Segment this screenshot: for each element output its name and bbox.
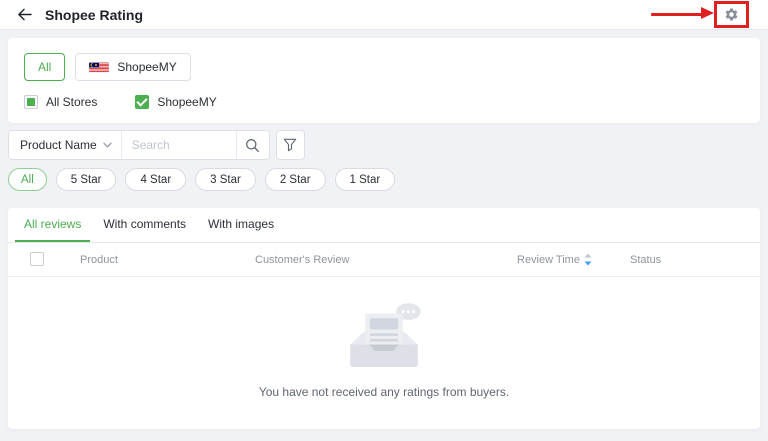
empty-state: You have not received any ratings from b… — [8, 277, 760, 429]
tab-all-reviews[interactable]: All reviews — [15, 208, 91, 242]
funnel-icon — [283, 138, 297, 152]
page-header: Shopee Rating — [0, 0, 768, 30]
shopee-rating-page: Shopee Rating All ShopeeMY All Stores Sh… — [0, 0, 768, 441]
page-title: Shopee Rating — [45, 6, 144, 23]
select-all-checkbox[interactable] — [30, 252, 44, 266]
column-customers-review: Customer's Review — [255, 253, 350, 266]
empty-inbox-illustration — [350, 303, 421, 367]
annotation-highlight-box — [714, 1, 749, 28]
review-tabs: All reviews With comments With images — [8, 208, 760, 243]
column-review-time-sort[interactable]: Review Time — [517, 243, 592, 276]
column-review-time-label: Review Time — [517, 253, 580, 266]
star-pill-4[interactable]: 4 Star — [125, 168, 187, 191]
reviews-card: All reviews With comments With images Pr… — [8, 208, 760, 429]
annotation-arrow-head — [701, 7, 714, 19]
chevron-down-icon — [103, 142, 112, 148]
malaysia-flag-icon — [89, 61, 110, 74]
search-category-dropdown[interactable]: Product Name — [9, 131, 122, 159]
all-stores-checkbox-row[interactable]: All Stores — [24, 95, 97, 109]
sort-arrows-icon — [584, 253, 592, 266]
star-pill-all[interactable]: All — [8, 168, 47, 191]
star-pill-2[interactable]: 2 Star — [264, 168, 326, 191]
store-checkboxes: All Stores ShopeeMY — [24, 95, 744, 109]
search-category-value: Product Name — [20, 138, 97, 152]
shopeemy-label: ShopeeMY — [157, 95, 217, 109]
store-tab-shopeemy-label: ShopeeMY — [117, 60, 177, 74]
search-icon — [246, 138, 260, 152]
table-header: Product Customer's Review Review Time St… — [8, 243, 760, 277]
shopeemy-checkbox[interactable] — [135, 95, 150, 109]
arrow-left-icon — [18, 8, 32, 21]
annotation-arrow-line — [651, 13, 703, 16]
column-status: Status — [630, 253, 662, 266]
column-product: Product — [80, 253, 118, 266]
search-group: Product Name — [8, 130, 270, 160]
search-input[interactable] — [121, 131, 236, 159]
all-stores-checkbox[interactable] — [24, 95, 38, 109]
star-pill-5[interactable]: 5 Star — [55, 168, 117, 191]
filter-button[interactable] — [275, 130, 305, 160]
back-button[interactable] — [17, 7, 32, 22]
all-stores-label: All Stores — [46, 95, 98, 109]
shopeemy-checkbox-row[interactable]: ShopeeMY — [135, 95, 217, 109]
star-pill-3[interactable]: 3 Star — [195, 168, 256, 191]
star-pill-1[interactable]: 1 Star — [334, 168, 396, 191]
store-tab-shopeemy[interactable]: ShopeeMY — [75, 53, 191, 81]
search-filter-bar: Product Name — [8, 130, 760, 160]
settings-gear-icon[interactable] — [724, 7, 739, 22]
store-filter-card: All ShopeeMY All Stores ShopeeMY — [8, 38, 760, 123]
search-button[interactable] — [235, 131, 269, 159]
store-tabs: All ShopeeMY — [24, 53, 744, 81]
store-tab-all[interactable]: All — [24, 53, 66, 81]
tab-with-comments[interactable]: With comments — [94, 208, 195, 242]
tab-with-images[interactable]: With images — [199, 208, 283, 242]
star-filter-bar: All 5 Star 4 Star 3 Star 2 Star 1 Star — [8, 168, 760, 191]
empty-state-message: You have not received any ratings from b… — [258, 385, 510, 399]
